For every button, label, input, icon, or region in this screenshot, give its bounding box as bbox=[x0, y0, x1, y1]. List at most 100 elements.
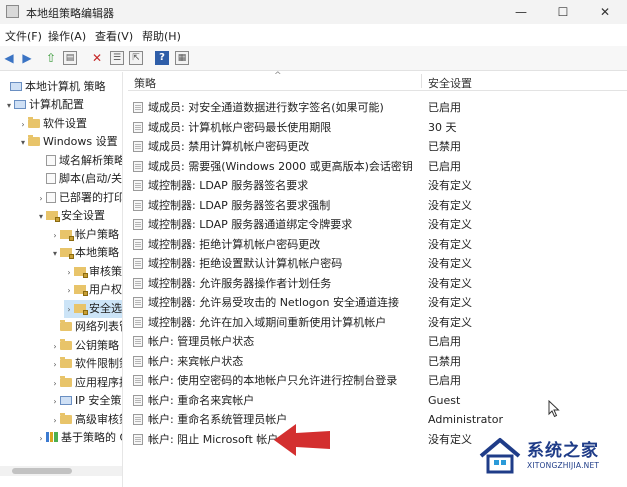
folder-icon bbox=[28, 135, 40, 146]
tree-item-label: 软件设置 bbox=[43, 117, 87, 130]
table-row[interactable]: 域控制器: LDAP 服务器签名要求强制 没有定义 bbox=[128, 196, 627, 215]
menu-view[interactable]: 查看(V) bbox=[95, 28, 133, 44]
list-header: 策略 ^ 安全设置 bbox=[128, 71, 627, 91]
tree-item-software-restriction[interactable]: › 软件限制策略 bbox=[50, 355, 122, 374]
tree-horizontal-scrollbar[interactable] bbox=[0, 466, 122, 476]
minimize-button[interactable]: — bbox=[500, 0, 542, 24]
tree-item-ip-security[interactable]: › IP 安全策略 bbox=[50, 392, 122, 411]
maximize-button[interactable]: ☐ bbox=[542, 0, 584, 24]
table-row[interactable]: 帐户: 使用空密码的本地帐户只允许进行控制台登录 已启用 bbox=[128, 371, 627, 390]
menu-help[interactable]: 帮助(H) bbox=[142, 28, 181, 44]
policy-icon bbox=[133, 395, 143, 406]
expander[interactable]: › bbox=[50, 227, 60, 245]
export-list-icon[interactable]: ⇱ bbox=[129, 51, 143, 65]
policy-icon bbox=[133, 278, 143, 289]
tree-item-name-resolution-policy[interactable]: 域名解析策略 bbox=[36, 152, 123, 170]
expander[interactable]: › bbox=[64, 264, 74, 282]
folder-icon bbox=[60, 339, 72, 350]
tree-item-deployed-printers[interactable]: › 已部署的打印机 bbox=[36, 189, 122, 208]
view-icon[interactable]: ▦ bbox=[175, 51, 189, 65]
table-row[interactable]: 域控制器: 允许服务器操作者计划任务 没有定义 bbox=[128, 274, 627, 293]
policy-name: 域控制器: LDAP 服务器签名要求强制 bbox=[148, 199, 331, 212]
table-row[interactable]: 域成员: 对安全通道数据进行数字签名(如果可能) 已启用 bbox=[128, 98, 627, 117]
table-row[interactable]: 域成员: 需要强(Windows 2000 或更高版本)会话密钥 已启用 bbox=[128, 157, 627, 176]
policy-icon bbox=[133, 414, 143, 425]
policy-setting: Guest bbox=[428, 394, 461, 407]
expander[interactable]: › bbox=[64, 301, 74, 319]
show-hide-tree-icon[interactable]: ▤ bbox=[63, 51, 77, 65]
delete-icon[interactable]: ✕ bbox=[90, 51, 104, 65]
policy-name: 域成员: 需要强(Windows 2000 或更高版本)会话密钥 bbox=[148, 160, 413, 173]
policy-setting: Administrator bbox=[428, 413, 503, 426]
expander[interactable]: › bbox=[64, 282, 74, 300]
policy-icon bbox=[133, 356, 143, 367]
menu-bar: 文件(F) 操作(A) 查看(V) 帮助(H) bbox=[0, 26, 627, 44]
tree-item-local-policies[interactable]: ▾ 本地策略 bbox=[50, 244, 119, 262]
folder-icon bbox=[60, 320, 72, 331]
policy-setting: 已禁用 bbox=[428, 140, 461, 153]
tree-item-public-key[interactable]: › 公钥策略 bbox=[50, 337, 119, 355]
tree-item-advanced-audit[interactable]: › 高级审核策略配置 bbox=[50, 411, 122, 430]
console-tree[interactable]: 本地计算机 策略 ▾ 计算机配置 › 软件设置 ▾ Windows 设置 域名解析策略… bbox=[0, 72, 123, 487]
tree-item-scripts[interactable]: 脚本(启动/关机) bbox=[36, 170, 122, 188]
table-row[interactable]: 域控制器: 允许易受攻击的 Netlogon 安全通道连接 没有定义 bbox=[128, 293, 627, 312]
expander[interactable]: › bbox=[50, 393, 60, 411]
expander[interactable]: › bbox=[18, 116, 28, 134]
table-row[interactable]: 域控制器: 拒绝设置默认计算机帐户密码 没有定义 bbox=[128, 254, 627, 273]
table-row[interactable]: 域控制器: 拒绝计算机帐户密码更改 没有定义 bbox=[128, 235, 627, 254]
tree-item-account-policies[interactable]: › 帐户策略 bbox=[50, 226, 119, 244]
toolbar: ◀ ▶ ⇧ ▤ ✕ ☰ ⇱ ? ▦ bbox=[0, 46, 627, 71]
column-divider[interactable] bbox=[421, 74, 422, 88]
tree-item-user-rights[interactable]: › 用户权限分配 bbox=[64, 281, 122, 300]
policy-setting: 30 天 bbox=[428, 121, 457, 134]
policy-icon bbox=[133, 239, 143, 250]
tree-item-app-control[interactable]: › 应用程序控制策略 bbox=[50, 374, 122, 393]
tree-item-network-list[interactable]: 网络列表管理器策略 bbox=[50, 318, 122, 336]
computer-icon bbox=[14, 100, 26, 109]
expander[interactable]: ▾ bbox=[18, 134, 28, 152]
column-header-policy[interactable]: 策略 bbox=[134, 75, 156, 91]
expander[interactable]: › bbox=[36, 430, 46, 448]
expander[interactable]: › bbox=[50, 375, 60, 393]
tree-item-security-settings[interactable]: ▾ 安全设置 bbox=[36, 207, 105, 225]
tree-item-software-settings[interactable]: › 软件设置 bbox=[18, 115, 87, 133]
tree-item-windows-settings[interactable]: ▾ Windows 设置 bbox=[18, 133, 118, 151]
policy-icon bbox=[133, 297, 143, 308]
help-icon[interactable]: ? bbox=[155, 51, 169, 65]
scrollbar-thumb[interactable] bbox=[12, 468, 72, 474]
tree-item-computer-config[interactable]: ▾ 计算机配置 bbox=[4, 96, 84, 114]
folder-icon bbox=[60, 413, 72, 424]
tree-item-security-options[interactable]: › 安全选项 bbox=[64, 300, 122, 318]
properties-icon[interactable]: ☰ bbox=[110, 51, 124, 65]
table-row[interactable]: 域控制器: LDAP 服务器通道绑定令牌要求 没有定义 bbox=[128, 215, 627, 234]
menu-action[interactable]: 操作(A) bbox=[48, 28, 86, 44]
expander[interactable]: ▾ bbox=[36, 208, 46, 226]
table-row[interactable]: 帐户: 来宾帐户状态 已禁用 bbox=[128, 352, 627, 371]
table-row[interactable]: 域成员: 禁用计算机帐户密码更改 已禁用 bbox=[128, 137, 627, 156]
expander[interactable]: › bbox=[50, 356, 60, 374]
policy-name: 域控制器: 允许服务器操作者计划任务 bbox=[148, 277, 332, 290]
tree-item-qos[interactable]: › 基于策略的 QoS bbox=[36, 429, 122, 448]
tree-item-local-computer-policy[interactable]: 本地计算机 策略 bbox=[0, 78, 106, 96]
expander[interactable]: › bbox=[36, 190, 46, 208]
tree-item-audit-policy[interactable]: › 审核策略 bbox=[64, 263, 122, 282]
close-button[interactable]: ✕ bbox=[584, 0, 626, 24]
expander[interactable]: ▾ bbox=[4, 97, 14, 115]
up-folder-icon[interactable]: ⇧ bbox=[44, 51, 58, 65]
table-row[interactable]: 域控制器: LDAP 服务器签名要求 没有定义 bbox=[128, 176, 627, 195]
table-row[interactable]: 域成员: 计算机帐户密码最长使用期限 30 天 bbox=[128, 118, 627, 137]
expander[interactable]: › bbox=[50, 338, 60, 356]
back-icon[interactable]: ◀ bbox=[2, 51, 16, 65]
policy-name: 帐户: 重命名来宾帐户 bbox=[148, 394, 255, 407]
column-header-setting[interactable]: 安全设置 bbox=[428, 75, 472, 91]
mouse-cursor-icon bbox=[548, 400, 560, 418]
forward-icon[interactable]: ▶ bbox=[20, 51, 34, 65]
table-row[interactable]: 域控制器: 允许在加入域期间重新使用计算机帐户 没有定义 bbox=[128, 313, 627, 332]
policy-name: 帐户: 阻止 Microsoft 帐户 bbox=[148, 433, 279, 446]
menu-file[interactable]: 文件(F) bbox=[5, 28, 42, 44]
expander[interactable]: › bbox=[50, 412, 60, 430]
folder-icon bbox=[28, 117, 40, 128]
table-row[interactable]: 帐户: 管理员帐户状态 已启用 bbox=[128, 332, 627, 351]
expander[interactable]: ▾ bbox=[50, 245, 60, 263]
tree-item-label: 域名解析策略 bbox=[59, 154, 123, 167]
